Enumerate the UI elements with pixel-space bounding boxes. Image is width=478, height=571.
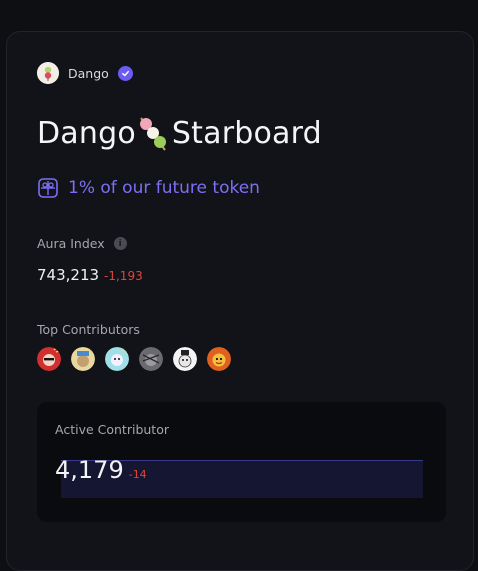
top-contributors-list: [37, 347, 241, 371]
aura-index-value-row: 743,213 -1,193: [37, 266, 143, 284]
active-contributor-value-row: 4,179 -14: [55, 456, 147, 484]
gift-icon: [38, 178, 58, 198]
contributor-avatar-5[interactable]: [173, 347, 197, 371]
title-part-2: Starboard: [171, 115, 322, 151]
aura-index-label-text: Aura Index: [37, 236, 105, 251]
contributor-avatar-4[interactable]: [139, 347, 163, 371]
brand-row[interactable]: Dango: [37, 62, 133, 84]
contributor-avatar-6[interactable]: [207, 347, 231, 371]
active-contributor-label: Active Contributor: [55, 422, 169, 437]
active-contributor-value: 4,179: [55, 456, 124, 484]
aura-index-change: -1,193: [104, 269, 143, 283]
active-contributor-change: -14: [128, 468, 147, 481]
top-contributors-label: Top Contributors: [37, 322, 140, 337]
token-reward-text: 1% of our future token: [68, 178, 260, 198]
starboard-card: Dango Dango Starboard 1% of our future t…: [6, 31, 474, 571]
dango-skewer-icon: [137, 114, 171, 152]
dango-avatar-icon: [37, 62, 59, 84]
verified-badge-icon: [117, 65, 133, 81]
info-icon[interactable]: i: [113, 237, 127, 250]
contributor-avatar-1[interactable]: [37, 347, 61, 371]
token-reward-link[interactable]: 1% of our future token: [37, 177, 260, 199]
active-contributor-panel: Active Contributor 4,179 -14: [37, 402, 446, 522]
aura-index-label: Aura Index i: [37, 236, 127, 251]
title-part-1: Dango: [37, 115, 136, 151]
brand-name: Dango: [68, 65, 109, 81]
contributor-avatar-2[interactable]: [71, 347, 95, 371]
aura-index-value: 743,213: [37, 266, 100, 284]
page-title: Dango Starboard: [37, 114, 322, 152]
contributor-avatar-3[interactable]: [105, 347, 129, 371]
